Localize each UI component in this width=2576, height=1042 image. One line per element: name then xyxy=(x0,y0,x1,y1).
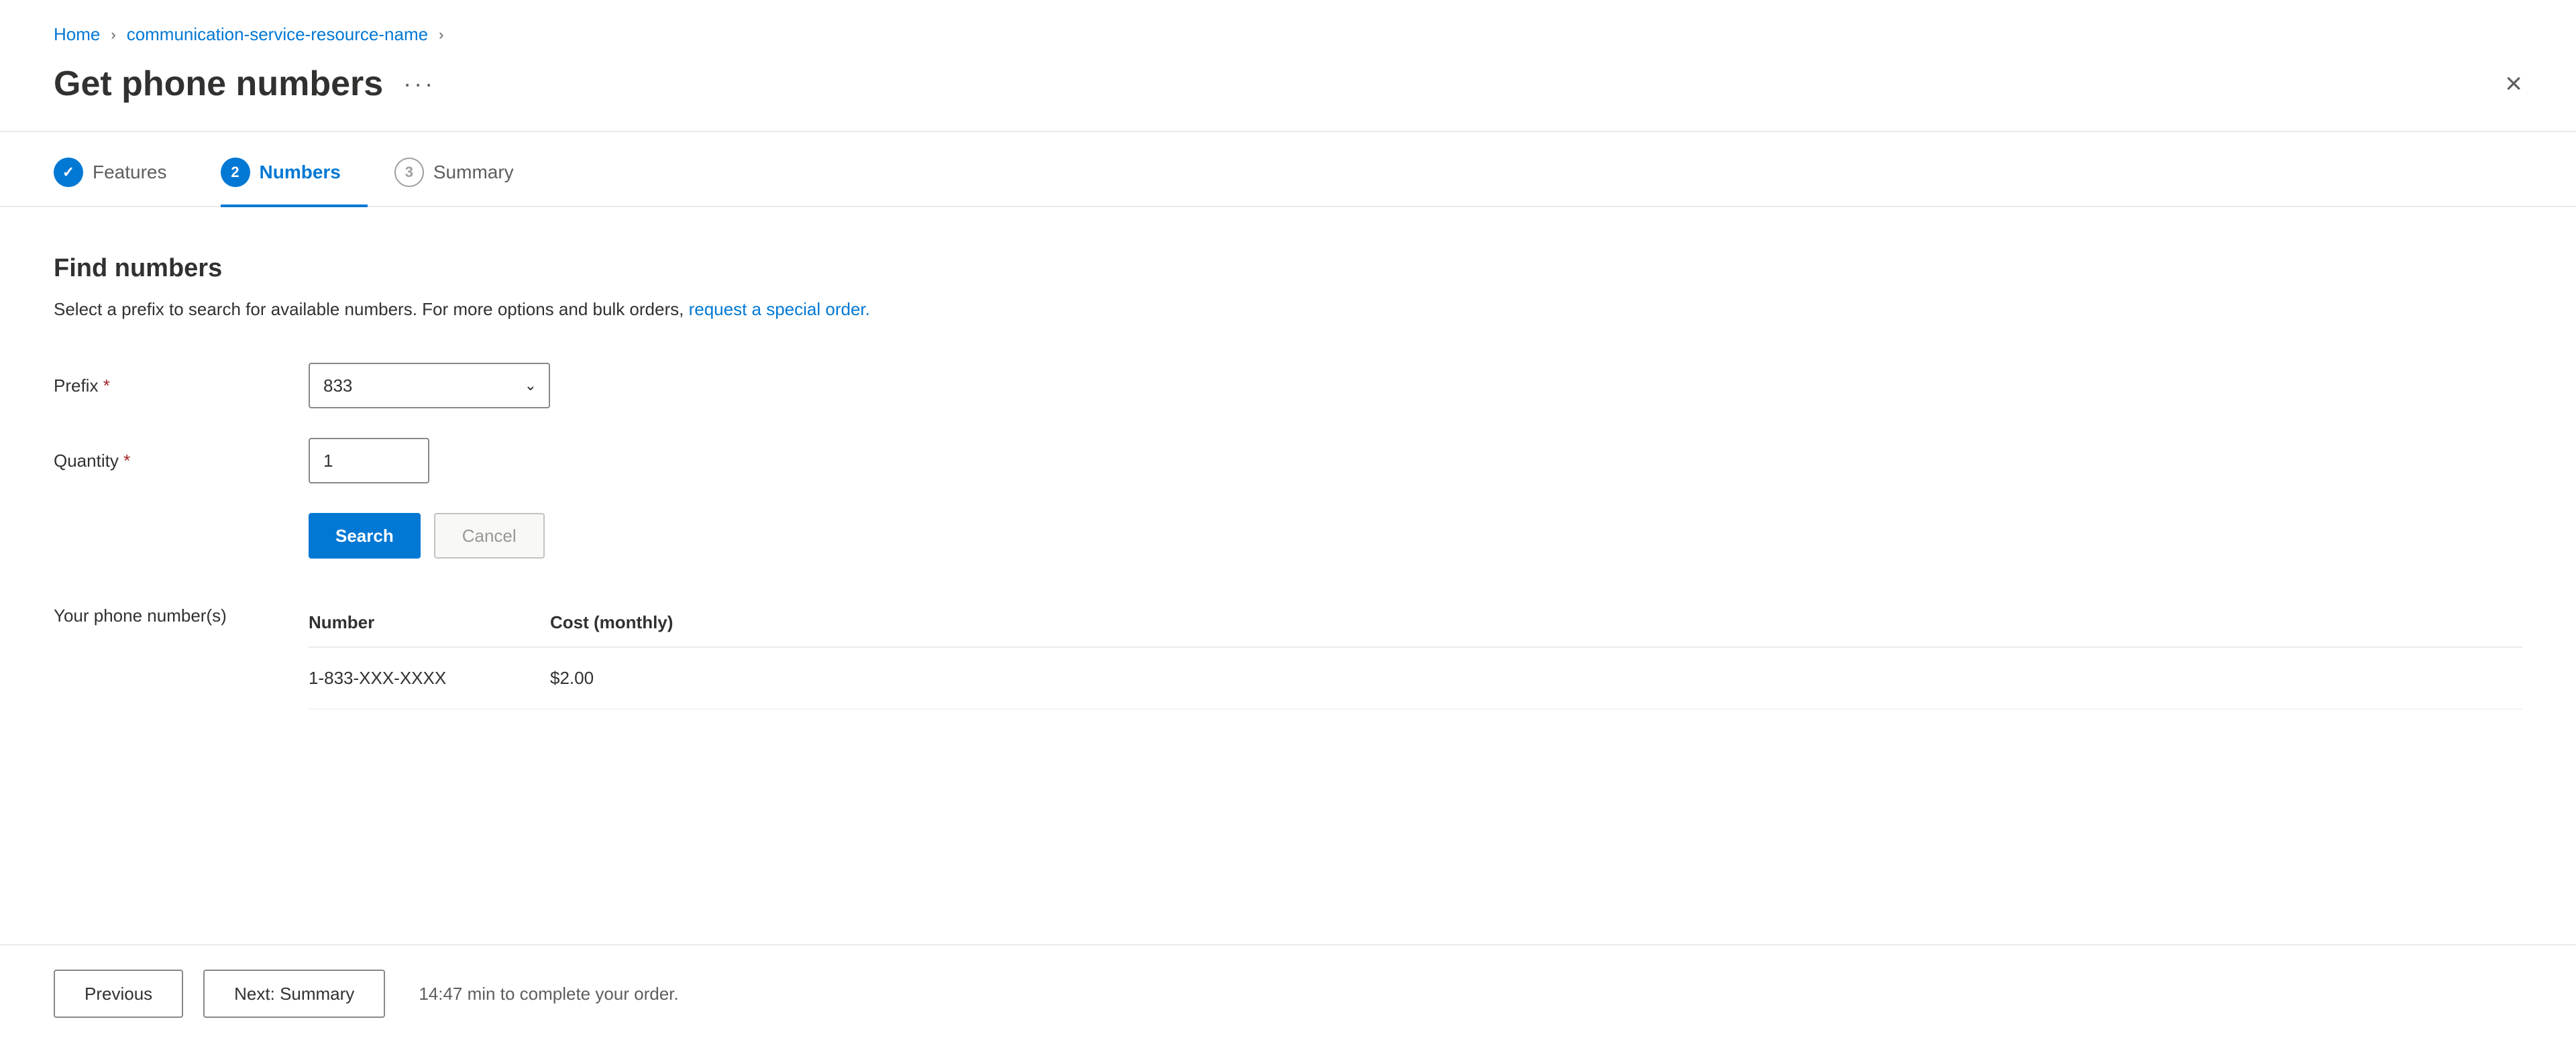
page-title-left: Get phone numbers ··· xyxy=(54,64,435,104)
breadcrumb-resource[interactable]: communication-service-resource-name xyxy=(127,24,428,45)
tab-numbers-num: 2 xyxy=(231,164,239,181)
cancel-button[interactable]: Cancel xyxy=(434,513,545,559)
col-cost-header: Cost (monthly) xyxy=(550,612,792,633)
tab-numbers[interactable]: 2 Numbers xyxy=(221,139,368,206)
find-numbers-section: Find numbers Select a prefix to search f… xyxy=(54,254,2522,559)
col-number-header: Number xyxy=(309,612,550,633)
prefix-label: Prefix * xyxy=(54,375,309,396)
tab-features-label: Features xyxy=(93,162,167,183)
page-container: Home › communication-service-resource-na… xyxy=(0,0,2576,1042)
tab-summary-label: Summary xyxy=(433,162,514,183)
previous-button[interactable]: Previous xyxy=(54,970,183,1018)
tab-summary-num: 3 xyxy=(405,164,413,181)
prefix-select[interactable]: 833 800 844 855 866 877 888 xyxy=(309,363,550,408)
table-row: 1-833-XXX-XXXX $2.00 xyxy=(309,648,2522,709)
prefix-row: Prefix * 833 800 844 855 866 877 888 xyxy=(54,363,2522,408)
search-button[interactable]: Search xyxy=(309,513,421,559)
prefix-required: * xyxy=(103,375,110,396)
ellipsis-button[interactable]: ··· xyxy=(403,72,435,96)
prefix-select-wrapper: 833 800 844 855 866 877 888 ⌄ xyxy=(309,363,550,408)
quantity-row: Quantity * xyxy=(54,438,2522,483)
search-cancel-row: Search Cancel xyxy=(309,513,2522,559)
phone-table-header: Number Cost (monthly) xyxy=(309,599,2522,648)
breadcrumb-sep-2: › xyxy=(439,26,443,44)
phone-numbers-row: Your phone number(s) Number Cost (monthl… xyxy=(54,599,2522,709)
phone-table: Number Cost (monthly) 1-833-XXX-XXXX $2.… xyxy=(309,599,2522,709)
tab-summary-circle: 3 xyxy=(394,158,424,187)
footer: Previous Next: Summary 14:47 min to comp… xyxy=(0,944,2576,1042)
breadcrumb: Home › communication-service-resource-na… xyxy=(54,24,2522,45)
tab-features-check: ✓ xyxy=(62,164,74,181)
page-title-row: Get phone numbers ··· × xyxy=(54,64,2522,104)
breadcrumb-home[interactable]: Home xyxy=(54,24,100,45)
phone-number-cell: 1-833-XXX-XXXX xyxy=(309,668,550,689)
quantity-required: * xyxy=(123,451,130,471)
tabs-container: ✓ Features 2 Numbers 3 Summary xyxy=(0,139,2576,207)
header: Home › communication-service-resource-na… xyxy=(0,0,2576,131)
special-order-link[interactable]: request a special order. xyxy=(689,299,870,319)
footer-time-text: 14:47 min to complete your order. xyxy=(419,984,678,1004)
phone-numbers-label: Your phone number(s) xyxy=(54,599,309,626)
header-divider xyxy=(0,131,2576,132)
tab-summary[interactable]: 3 Summary xyxy=(394,139,541,206)
quantity-input[interactable] xyxy=(309,438,429,483)
find-numbers-title: Find numbers xyxy=(54,254,2522,283)
tab-features-circle: ✓ xyxy=(54,158,83,187)
breadcrumb-sep-1: › xyxy=(111,26,115,44)
phone-numbers-section: Your phone number(s) Number Cost (monthl… xyxy=(54,599,2522,709)
tab-numbers-label: Numbers xyxy=(260,162,341,183)
close-button[interactable]: × xyxy=(2505,69,2522,99)
tab-numbers-circle: 2 xyxy=(221,158,250,187)
quantity-control xyxy=(309,438,644,483)
tab-features[interactable]: ✓ Features xyxy=(54,139,194,206)
quantity-label: Quantity * xyxy=(54,451,309,471)
prefix-control: 833 800 844 855 866 877 888 ⌄ xyxy=(309,363,644,408)
phone-cost-cell: $2.00 xyxy=(550,668,792,689)
main-content: Find numbers Select a prefix to search f… xyxy=(0,207,2576,944)
find-numbers-desc-plain: Select a prefix to search for available … xyxy=(54,299,689,319)
page-title: Get phone numbers xyxy=(54,64,383,104)
next-summary-button[interactable]: Next: Summary xyxy=(203,970,385,1018)
find-numbers-description: Select a prefix to search for available … xyxy=(54,296,2522,323)
